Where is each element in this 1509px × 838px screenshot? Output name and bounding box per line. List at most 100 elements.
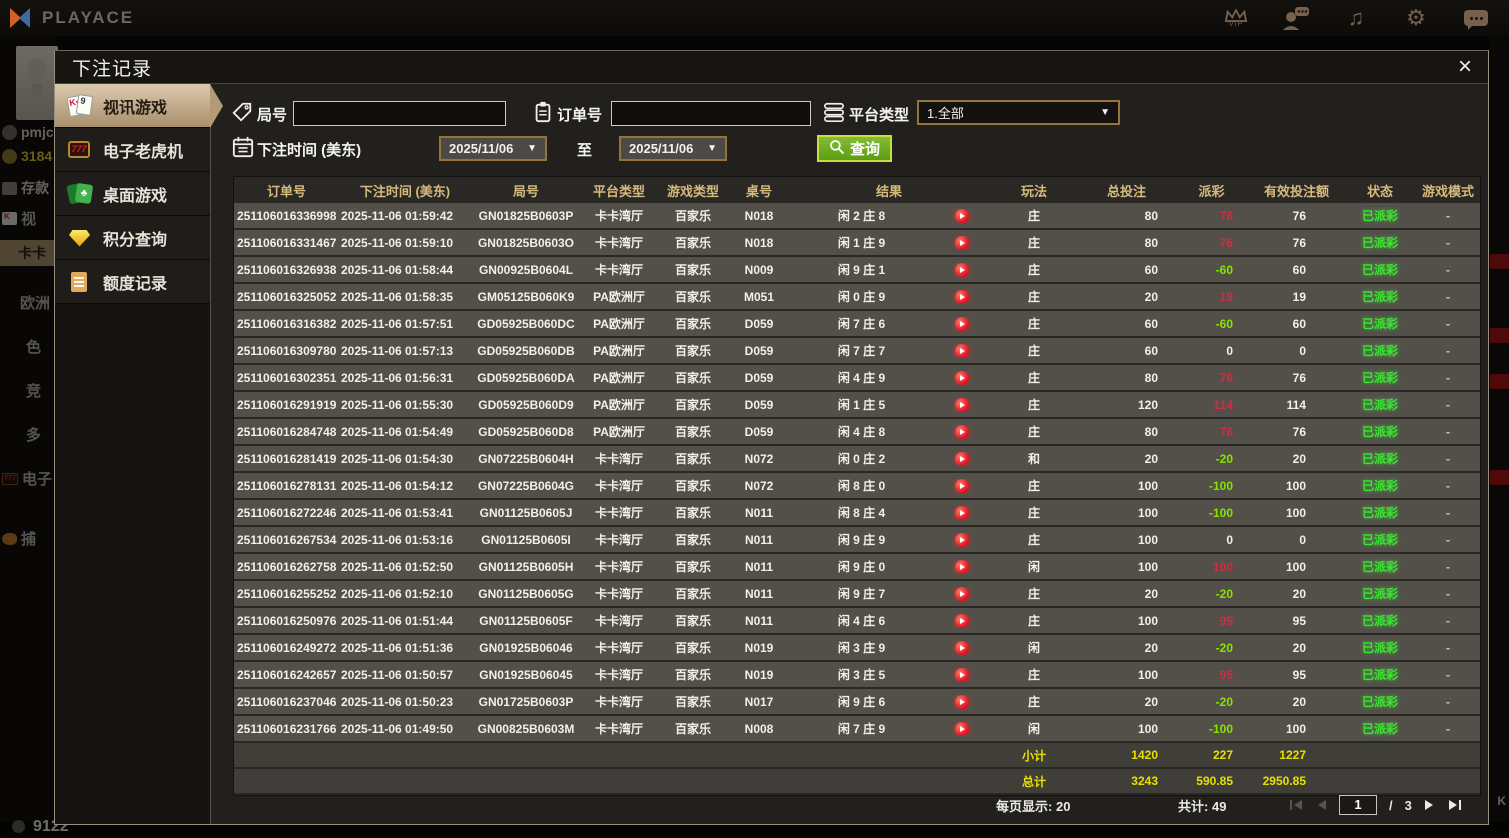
cell-payout: -60 [1215, 316, 1233, 331]
cell-result: 闲 7 庄 7 [837, 344, 886, 358]
play-video-button[interactable] [954, 721, 969, 736]
vip-crown-icon[interactable]: VIP [1221, 4, 1251, 32]
play-video-button[interactable] [954, 586, 969, 601]
settings-gear-icon[interactable]: ⚙ [1401, 4, 1431, 32]
page-number-input[interactable]: 1 [1339, 795, 1377, 815]
cell-platform: 卡卡湾厅 [594, 722, 643, 736]
page-separator: / [1389, 797, 1393, 813]
play-video-button[interactable] [954, 640, 969, 655]
cell-total: 60 [1144, 343, 1158, 358]
tab-credit-records[interactable]: 额度记录 [55, 260, 210, 304]
cell-total: 20 [1144, 694, 1158, 709]
result-video-cell [934, 586, 989, 601]
slot-777-icon: 777 [67, 138, 93, 162]
tab-points-query[interactable]: 积分查询 [55, 216, 210, 260]
cell-status: 已派彩 [1361, 236, 1398, 250]
cell-payout: 76 [1219, 208, 1233, 223]
play-video-button[interactable] [954, 532, 969, 547]
first-page-icon[interactable] [1289, 799, 1303, 811]
last-page-icon[interactable] [1448, 799, 1462, 811]
play-video-button[interactable] [954, 451, 969, 466]
play-video-button[interactable] [954, 505, 969, 520]
tab-live-games[interactable]: K♥9 视讯游戏 [55, 84, 223, 128]
cell-round: GN00925B0604L [478, 262, 574, 277]
tab-label: 电子老虎机 [103, 143, 184, 161]
cell-mode: - [1446, 613, 1450, 628]
cell-status: 已派彩 [1361, 560, 1398, 574]
play-video-button[interactable] [954, 235, 969, 250]
cell-platform: PA欧洲厅 [593, 344, 645, 358]
cell-game: 百家乐 [674, 398, 711, 412]
play-video-button[interactable] [954, 694, 969, 709]
cell-order: 251106016331467 [237, 235, 337, 250]
cell-valid: 19 [1292, 289, 1306, 304]
round-number-input[interactable] [293, 101, 506, 126]
cell-time: 2025-11-06 01:57:13 [341, 343, 454, 358]
play-video-button[interactable] [954, 667, 969, 682]
cell-valid: 76 [1292, 424, 1306, 439]
cell-valid: 100 [1285, 559, 1306, 574]
cell-status: 已派彩 [1361, 263, 1398, 277]
play-video-button[interactable] [954, 613, 969, 628]
cell-valid: 60 [1292, 316, 1306, 331]
order-number-input[interactable] [611, 101, 811, 126]
cell-mode: - [1446, 316, 1450, 331]
table-cards-icon: ♣ [66, 182, 94, 206]
cell-total: 100 [1137, 613, 1158, 628]
cell-payout: 0 [1226, 343, 1233, 358]
live-support-icon[interactable] [1281, 4, 1311, 32]
cell-table: D059 [744, 343, 774, 358]
platform-type-select[interactable]: 1.全部 ▼ [917, 100, 1120, 125]
cell-platform: PA欧洲厅 [593, 425, 645, 439]
table-row: 251106016242657 2025-11-06 01:50:57 GN0192… [234, 662, 1480, 687]
platform-list-icon [823, 101, 845, 128]
play-video-button[interactable] [954, 343, 969, 358]
cell-payout: -100 [1208, 478, 1233, 493]
cell-mode: - [1446, 262, 1450, 277]
cell-platform: 卡卡湾厅 [594, 209, 643, 223]
table-row: 251106016250976 2025-11-06 01:51:44 GN0112… [234, 608, 1480, 633]
tab-table-games[interactable]: ♣ 桌面游戏 [55, 172, 210, 216]
play-video-button[interactable] [954, 262, 969, 277]
search-button[interactable]: 查询 [817, 135, 893, 162]
music-icon[interactable]: ♫ [1341, 4, 1371, 32]
tab-slots[interactable]: 777 电子老虎机 [55, 128, 210, 172]
cell-time: 2025-11-06 01:59:42 [341, 208, 454, 223]
play-video-button[interactable] [954, 478, 969, 493]
column-header: 平台类型 [592, 183, 645, 199]
cell-bet_on: 庄 [1027, 587, 1040, 601]
cell-table: N017 [744, 694, 774, 709]
cell-payout: 19 [1219, 289, 1233, 304]
table-row: 251106016336998 2025-11-06 01:59:42 GN0182… [234, 203, 1480, 228]
table-row: 251106016302351 2025-11-06 01:56:31 GD0592… [234, 365, 1480, 390]
cell-order: 251106016291919 [237, 397, 337, 412]
play-video-button[interactable] [954, 559, 969, 574]
cell-time: 2025-11-06 01:52:50 [341, 559, 454, 574]
cell-bet_on: 庄 [1027, 317, 1040, 331]
cell-game: 百家乐 [674, 668, 711, 682]
date-to-select[interactable]: 2025/11/06 ▼ [619, 136, 727, 161]
previous-page-icon[interactable] [1315, 799, 1327, 811]
cell-time: 2025-11-06 01:57:51 [341, 316, 454, 331]
play-video-button[interactable] [954, 208, 969, 223]
cell-round: GD05925B060DC [477, 316, 575, 331]
play-video-button[interactable] [954, 424, 969, 439]
column-header: 状态 [1366, 183, 1393, 199]
date-from-select[interactable]: 2025/11/06 ▼ [439, 136, 547, 161]
next-page-icon[interactable] [1424, 799, 1436, 811]
cell-round: GN01125B0605I [481, 532, 571, 547]
cell-platform: PA欧洲厅 [593, 317, 645, 331]
close-icon[interactable]: × [1458, 55, 1472, 79]
cell-bet_on: 庄 [1027, 236, 1040, 250]
chat-bubble-icon[interactable] [1461, 4, 1491, 32]
cell-valid: 60 [1292, 262, 1306, 277]
play-video-button[interactable] [954, 289, 969, 304]
table-row: 251106016316382 2025-11-06 01:57:51 GD0592… [234, 311, 1480, 336]
cell-mode: - [1446, 694, 1450, 709]
cell-order: 251106016281419 [237, 451, 337, 466]
play-video-button[interactable] [954, 316, 969, 331]
play-video-button[interactable] [954, 397, 969, 412]
cell-round: GN01925B06045 [479, 667, 573, 682]
play-video-button[interactable] [954, 370, 969, 385]
cell-total: 20 [1144, 640, 1158, 655]
